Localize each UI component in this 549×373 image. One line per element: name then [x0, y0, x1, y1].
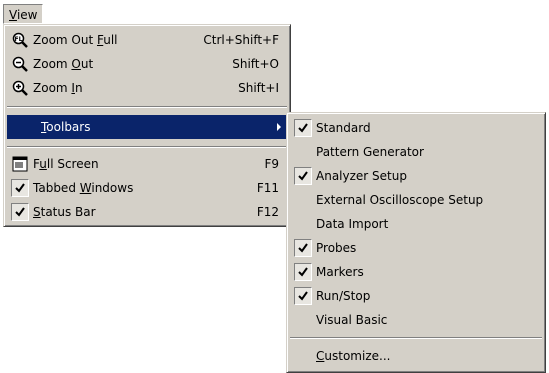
- view-menu: FL Zoom Out Full Ctrl+Shift+F Zoom Out S…: [3, 24, 291, 227]
- menu-item-label: Status Bar: [33, 205, 96, 219]
- toolbar-item-label: Visual Basic: [316, 313, 388, 327]
- view-mnemonic: V: [9, 8, 17, 22]
- checkmark-icon: [294, 167, 312, 185]
- toolbar-item-customize[interactable]: Customize...: [290, 344, 542, 368]
- menu-item-tabbed-windows[interactable]: Tabbed Windows F11: [7, 176, 287, 200]
- toolbar-item-analyzer-setup[interactable]: Analyzer Setup: [290, 164, 542, 188]
- toolbar-item-standard[interactable]: Standard: [290, 116, 542, 140]
- menu-item-shortcut: F11: [256, 181, 279, 195]
- menu-item-zoom-out-full[interactable]: FL Zoom Out Full Ctrl+Shift+F: [7, 28, 287, 52]
- toolbar-item-label: Analyzer Setup: [316, 169, 407, 183]
- toolbars-submenu: Standard Pattern Generator Analyzer Setu…: [286, 112, 546, 373]
- menu-item-shortcut: Shift+I: [238, 81, 279, 95]
- toolbar-item-label: Data Import: [316, 217, 389, 231]
- menu-separator: [290, 337, 542, 339]
- toolbar-item-run-stop[interactable]: Run/Stop: [290, 284, 542, 308]
- toolbar-item-pattern-generator[interactable]: Pattern Generator: [290, 140, 542, 164]
- menu-item-label: Full Screen: [33, 157, 99, 171]
- zoom-out-icon: [11, 55, 29, 73]
- menu-item-zoom-in[interactable]: Zoom In Shift+I: [7, 76, 287, 100]
- toolbar-item-data-import[interactable]: Data Import: [290, 212, 542, 236]
- zoom-in-icon: [11, 79, 29, 97]
- menu-item-label: Zoom Out: [33, 57, 94, 71]
- zoom-out-full-icon: FL: [11, 31, 29, 49]
- menu-item-status-bar[interactable]: Status Bar F12: [7, 200, 287, 224]
- toolbar-item-label: Customize...: [316, 349, 391, 363]
- submenu-arrow-icon: [277, 123, 281, 131]
- checkmark-icon: [294, 263, 312, 281]
- menu-item-shortcut: F9: [264, 157, 279, 171]
- toolbar-item-label: Pattern Generator: [316, 145, 424, 159]
- toolbar-item-label: Probes: [316, 241, 357, 255]
- checkmark-icon: [294, 239, 312, 257]
- menu-item-toolbars[interactable]: Toolbars: [7, 115, 287, 139]
- toolbar-item-visual-basic[interactable]: Visual Basic: [290, 308, 542, 332]
- checkmark-icon: [294, 287, 312, 305]
- checkmark-icon: [11, 203, 29, 221]
- view-menu-title[interactable]: View: [3, 4, 44, 24]
- menu-item-label: Zoom Out Full: [33, 33, 118, 47]
- menu-item-zoom-out[interactable]: Zoom Out Shift+O: [7, 52, 287, 76]
- menu-item-label: Zoom In: [33, 81, 83, 95]
- menu-item-shortcut: Ctrl+Shift+F: [203, 33, 279, 47]
- full-screen-icon: [11, 155, 29, 173]
- checkmark-icon: [294, 119, 312, 137]
- toolbar-item-label: Run/Stop: [316, 289, 371, 303]
- toolbar-item-label: External Oscilloscope Setup: [316, 193, 484, 207]
- menu-item-shortcut: Shift+O: [232, 57, 279, 71]
- menu-item-shortcut: F12: [256, 205, 279, 219]
- checkmark-icon: [11, 179, 29, 197]
- menu-item-full-screen[interactable]: Full Screen F9: [7, 152, 287, 176]
- menu-separator: [7, 146, 287, 148]
- toolbar-item-label: Standard: [316, 121, 371, 135]
- svg-text:FL: FL: [15, 36, 23, 43]
- menu-item-label: Tabbed Windows: [33, 181, 134, 195]
- toolbar-item-probes[interactable]: Probes: [290, 236, 542, 260]
- view-label-rest: iew: [16, 8, 38, 22]
- toolbar-item-markers[interactable]: Markers: [290, 260, 542, 284]
- menu-separator: [7, 106, 287, 108]
- toolbar-item-external-oscilloscope-setup[interactable]: External Oscilloscope Setup: [290, 188, 542, 212]
- toolbar-item-label: Markers: [316, 265, 364, 279]
- menu-item-label: Toolbars: [41, 120, 91, 134]
